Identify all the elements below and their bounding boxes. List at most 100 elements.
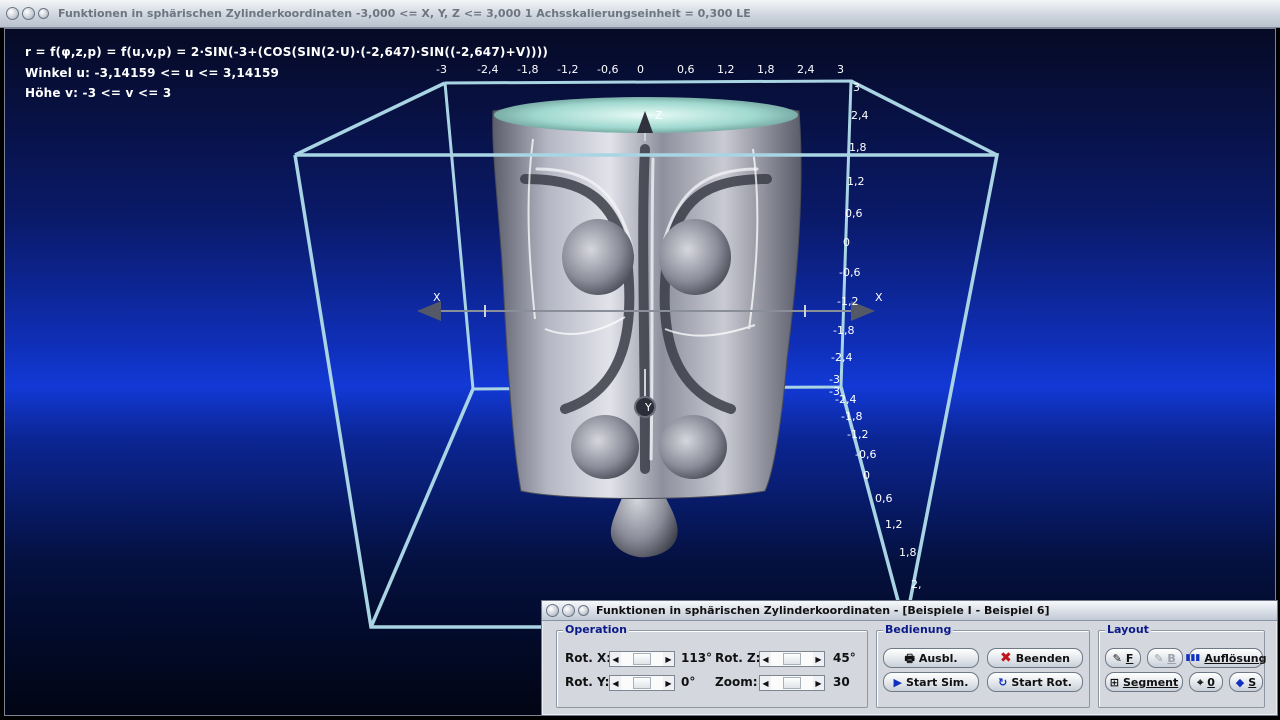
origin-button[interactable]: ⌖ 0 (1189, 672, 1223, 692)
rot-z-slider[interactable]: ◀ ▶ (759, 651, 825, 667)
window-minimize-icon[interactable] (22, 7, 35, 20)
start-sim-button[interactable]: ▶ Start Sim. (883, 672, 979, 692)
panel-menu-icon[interactable] (546, 604, 559, 617)
height-range-text: Höhe v: -3 <= v <= 3 (25, 86, 172, 100)
operation-group: Operation Rot. X: ◀ ▶ 113° Rot. Z: ◀ ▶ 4… (556, 623, 868, 708)
slider-thumb[interactable] (633, 677, 651, 689)
top-tick: 1,2 (717, 63, 735, 76)
layout-group-label: Layout (1105, 623, 1151, 636)
top-tick: -1,8 (517, 63, 539, 76)
brush-icon: ✎ (1154, 651, 1164, 665)
right-tick: -0,6 (839, 266, 861, 279)
ausblenden-button[interactable]: 🖶 Ausbl. (883, 648, 979, 668)
rot-x-label: Rot. X: (565, 651, 612, 665)
control-panel-title-bar[interactable]: Funktionen in sphärischen Zylinderkoordi… (542, 601, 1277, 621)
top-tick: 0 (637, 63, 644, 76)
resolution-icon: ▮▮▮ (1185, 652, 1201, 663)
color-f-button[interactable]: ✎ F (1105, 648, 1141, 668)
top-tick: -2,4 (477, 63, 499, 76)
diag-tick: 0,6 (875, 492, 893, 505)
bedienung-group: Bedienung 🖶 Ausbl. ✖ Beenden ▶ Start Sim… (876, 623, 1090, 708)
right-tick: -1,2 (837, 295, 859, 308)
right-tick: -2,4 (831, 351, 853, 364)
beenden-button[interactable]: ✖ Beenden (987, 648, 1083, 668)
diag-tick: -1,8 (841, 410, 863, 423)
control-panel: Funktionen in sphärischen Zylinderkoordi… (541, 600, 1278, 716)
right-tick: 3 (853, 81, 860, 94)
top-tick: 3 (837, 63, 844, 76)
window-restore-icon[interactable] (38, 8, 49, 19)
panel-restore-icon[interactable] (578, 605, 589, 616)
zoom-label: Zoom: (715, 675, 758, 689)
top-tick: -3 (436, 63, 447, 76)
rot-z-value: 45° (833, 651, 856, 665)
scroll-left-icon[interactable]: ◀ (610, 676, 621, 690)
printer-icon: 🖶 (904, 651, 915, 665)
start-rot-button[interactable]: ↻ Start Rot. (987, 672, 1083, 692)
main-title-bar[interactable]: Funktionen in sphärischen Zylinderkoordi… (0, 0, 1280, 28)
application-window: Funktionen in sphärischen Zylinderkoordi… (0, 0, 1280, 720)
rotate-icon: ↻ (998, 675, 1008, 689)
slider-thumb[interactable] (633, 653, 651, 665)
window-menu-icon[interactable] (6, 7, 19, 20)
segment-button[interactable]: ⊞ Segment (1105, 672, 1183, 692)
axis-y-label: Y (645, 401, 652, 414)
bedienung-group-label: Bedienung (883, 623, 954, 636)
right-tick: 2,4 (851, 109, 869, 122)
axis-x-label-left: X (433, 291, 441, 304)
top-tick: 2,4 (797, 63, 815, 76)
scroll-left-icon[interactable]: ◀ (760, 676, 771, 690)
scroll-right-icon[interactable]: ▶ (813, 676, 824, 690)
paint-icon: ✎ (1112, 651, 1122, 665)
right-tick: 0,6 (845, 207, 863, 220)
axis-x-label-right: X (875, 291, 883, 304)
diag-tick: 1,2 (885, 518, 903, 531)
scroll-right-icon[interactable]: ▶ (663, 676, 674, 690)
diag-tick: 1,8 (899, 546, 917, 559)
scroll-left-icon[interactable]: ◀ (760, 652, 771, 666)
diag-tick: -0,6 (855, 448, 877, 461)
play-icon: ▶ (893, 675, 902, 689)
formula-text: r = f(φ,z,p) = f(u,v,p) = 2·SIN(-3+(COS(… (25, 45, 549, 59)
diag-tick: -2,4 (835, 393, 857, 406)
diag-tick: -1,2 (847, 428, 869, 441)
crosshair-icon: ⌖ (1197, 675, 1204, 689)
slider-thumb[interactable] (783, 677, 801, 689)
diag-tick: 0 (863, 469, 870, 482)
close-icon: ✖ (999, 650, 1012, 666)
zoom-slider[interactable]: ◀ ▶ (759, 675, 825, 691)
rot-x-value: 113° (681, 651, 713, 665)
right-tick: 1,2 (847, 175, 865, 188)
rot-x-slider[interactable]: ◀ ▶ (609, 651, 675, 667)
surface-lobe-lower-left (571, 415, 639, 479)
panel-minimize-icon[interactable] (562, 604, 575, 617)
rot-z-label: Rot. Z: (715, 651, 761, 665)
operation-group-label: Operation (563, 623, 629, 636)
scroll-right-icon[interactable]: ▶ (663, 652, 674, 666)
color-b-button[interactable]: ✎ B (1147, 648, 1183, 668)
top-tick: -1,2 (557, 63, 579, 76)
shading-s-button[interactable]: ◆ S (1229, 672, 1263, 692)
zoom-value: 30 (833, 675, 850, 689)
right-tick: 0 (843, 236, 850, 249)
cube-icon: ◆ (1235, 675, 1245, 689)
slider-thumb[interactable] (783, 653, 801, 665)
scroll-right-icon[interactable]: ▶ (813, 652, 824, 666)
layout-group: Layout ✎ F ✎ B ▮▮▮ Auflösung ⊞ Segment ⌖… (1098, 623, 1267, 708)
diag-tick: 2, (911, 578, 922, 591)
surface-lobe-upper-right (659, 219, 731, 295)
top-tick: 1,8 (757, 63, 775, 76)
main-window-title: Funktionen in sphärischen Zylinderkoordi… (58, 7, 751, 20)
scroll-left-icon[interactable]: ◀ (610, 652, 621, 666)
right-tick: -1,8 (833, 324, 855, 337)
surface-lobe-lower-right (659, 415, 727, 479)
right-tick: 1,8 (849, 141, 867, 154)
control-panel-title: Funktionen in sphärischen Zylinderkoordi… (596, 604, 1050, 617)
rot-y-value: 0° (681, 675, 696, 689)
grid-icon: ⊞ (1109, 675, 1119, 689)
surface-lobe-upper-left (562, 219, 634, 295)
top-tick: 0,6 (677, 63, 695, 76)
aufloesung-button[interactable]: ▮▮▮ Auflösung (1185, 648, 1267, 668)
rot-y-slider[interactable]: ◀ ▶ (609, 675, 675, 691)
axis-z-label: Z (655, 109, 663, 122)
